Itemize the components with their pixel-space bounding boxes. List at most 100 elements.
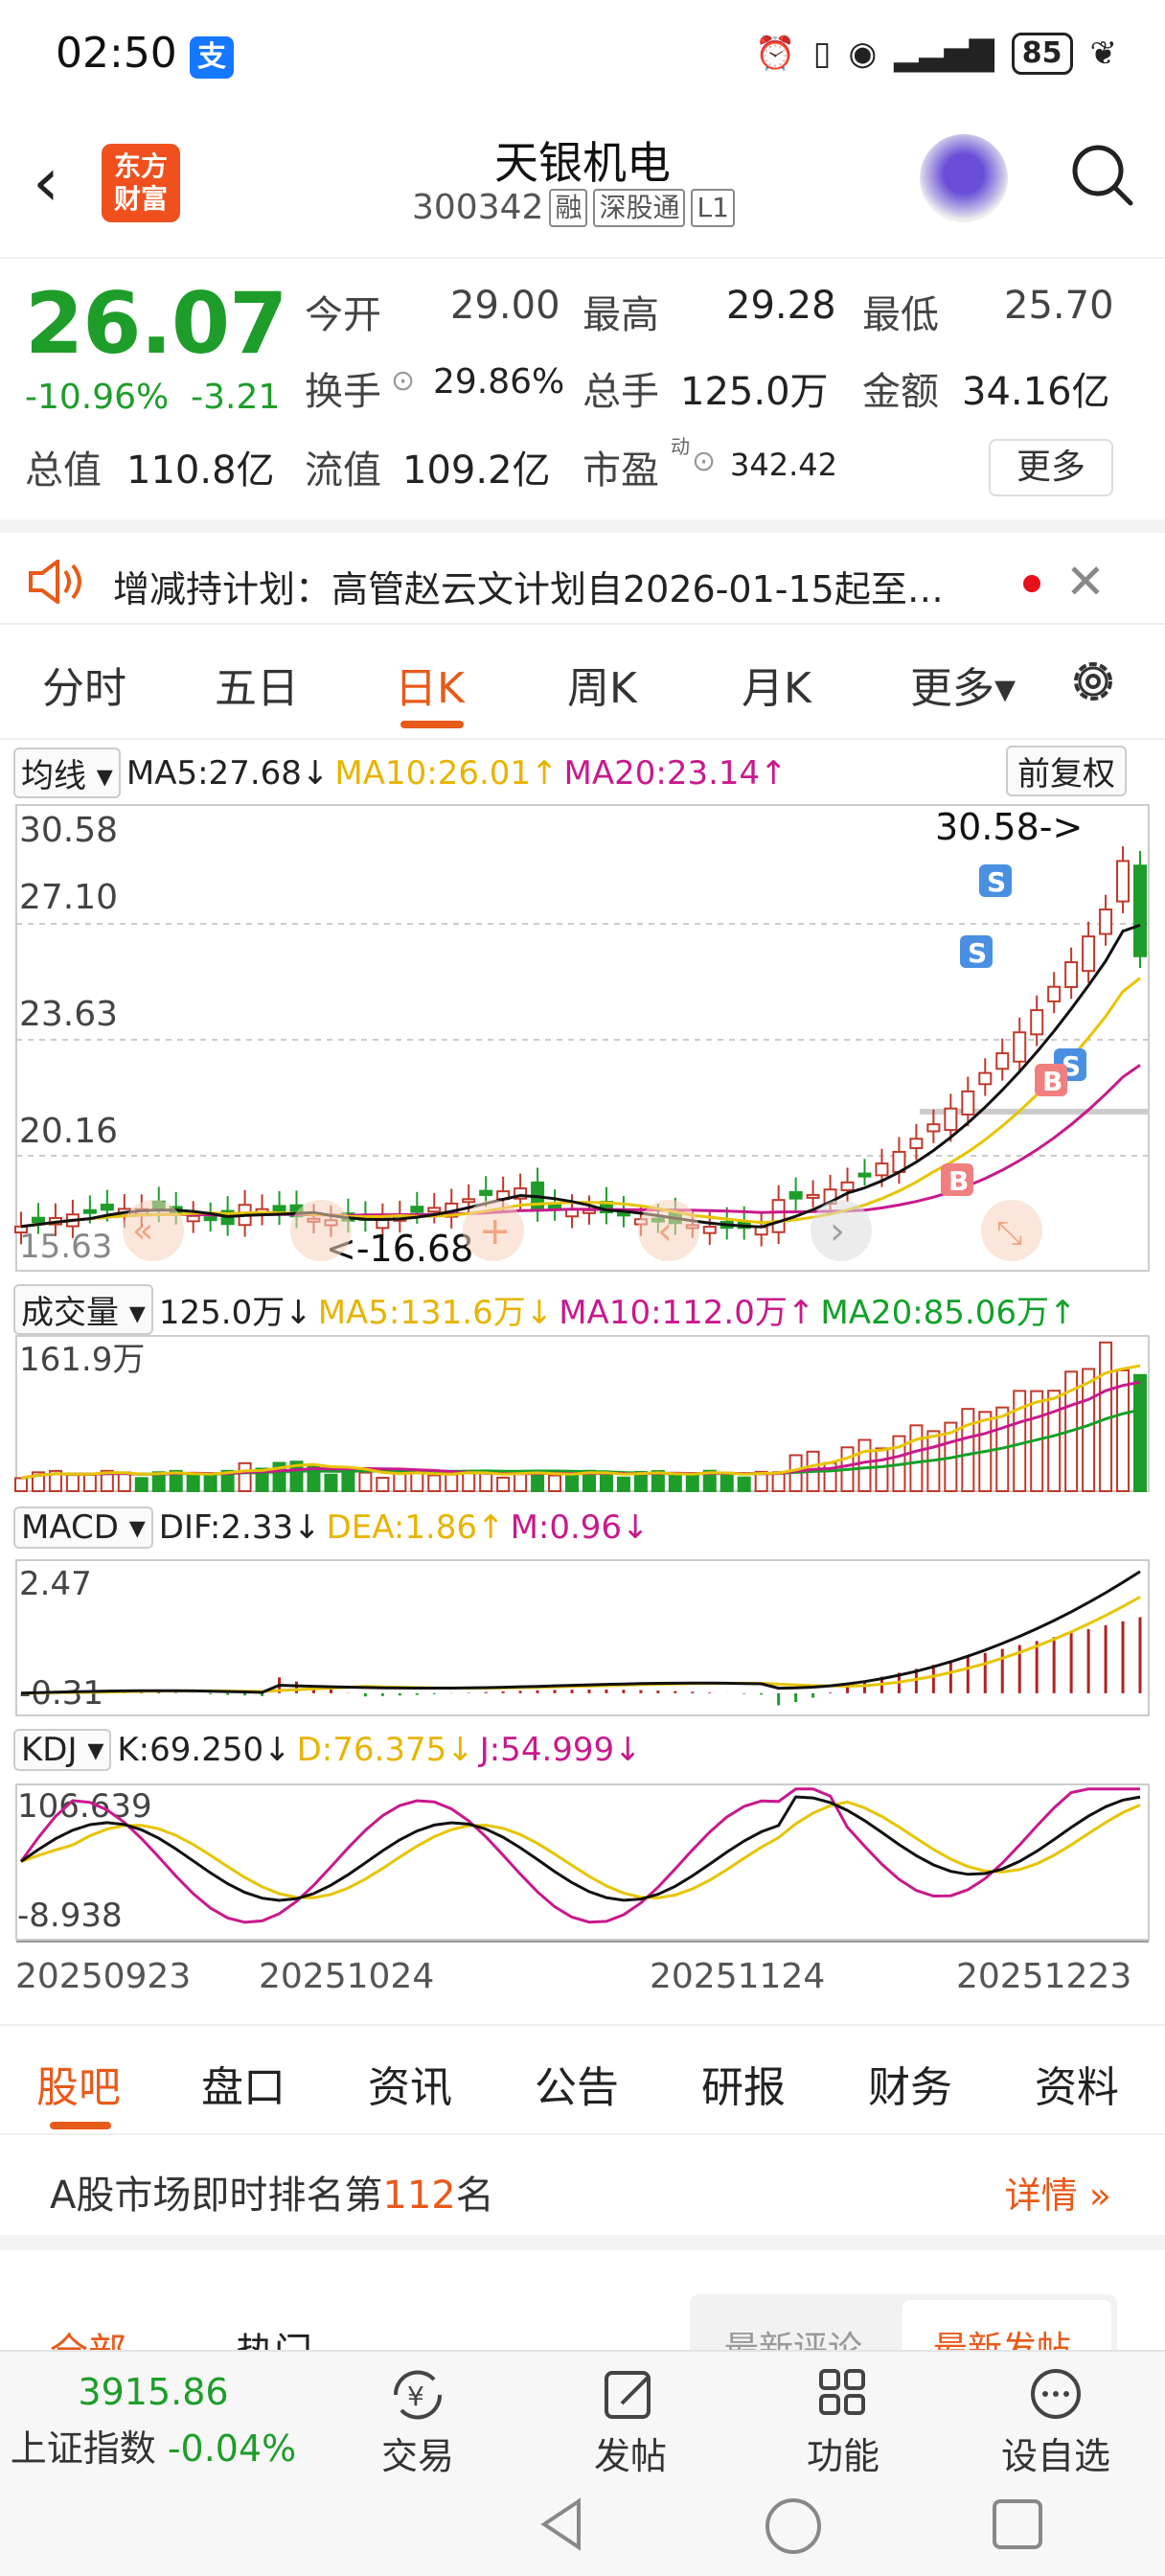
open-value: 29.00 [450, 284, 560, 328]
assistant-robot-icon[interactable] [920, 134, 1008, 222]
feed-tab-all[interactable]: 全部 [50, 2321, 126, 2352]
nav-trade[interactable]: ¥ 交易 [351, 2365, 485, 2479]
volume-selector[interactable]: 成交量 ▾ [13, 1284, 153, 1335]
home-circle-icon[interactable] [763, 2496, 824, 2557]
trade-markers: S S S B B [941, 864, 1086, 1197]
nav-watchlist[interactable]: 设自选 [989, 2365, 1123, 2479]
tab-news[interactable]: 资讯 [368, 2053, 452, 2114]
tab-profile[interactable]: 资料 [1035, 2053, 1119, 2114]
nav-functions[interactable]: 功能 [776, 2365, 910, 2479]
volume-bar [65, 1474, 80, 1492]
more-button[interactable]: 更多 [989, 439, 1113, 496]
sort-latest-reply[interactable]: 最新评论 [724, 2321, 862, 2352]
back-triangle-icon[interactable] [537, 2496, 590, 2553]
tab-five-day[interactable]: 五日 [215, 654, 299, 715]
search-icon[interactable] [1067, 136, 1136, 213]
volume-bar [857, 1438, 872, 1493]
stock-chart[interactable]: 30.58 27.10 23.63 20.16 15.63 30.58-> <-… [0, 786, 1165, 2024]
kdj-ymax: 106.639 [17, 1787, 152, 1826]
index-widget[interactable]: 3915.86 上证指数 -0.04% [10, 2367, 297, 2472]
macd-selector[interactable]: MACD ▾ [13, 1506, 153, 1549]
tab-weekly-k[interactable]: 周K [567, 654, 637, 715]
vol-ma20-value: MA20:85.06万↑ [820, 1294, 1077, 1332]
candle-body [1133, 864, 1147, 957]
leaf-icon: ❦ [1089, 34, 1118, 73]
svg-text:¥: ¥ [407, 2380, 424, 2412]
index-pct: -0.04% [167, 2427, 297, 2470]
candle-body [100, 1203, 114, 1211]
quote-panel: 26.07 -10.96% -3.21 今开 29.00 最高 29.28 最低… [0, 261, 1165, 519]
recents-square-icon[interactable] [991, 2497, 1044, 2551]
volume-bars [14, 1341, 1147, 1493]
volume-bar [1133, 1373, 1147, 1492]
candle-body [961, 1090, 975, 1116]
volume-bar [565, 1473, 580, 1493]
vibrate-icon: ▯ [812, 34, 832, 73]
tab-forum[interactable]: 股吧 [36, 2053, 121, 2114]
y-label-3: 23.63 [19, 995, 118, 1034]
high-label: 最高 [582, 293, 659, 337]
gear-icon[interactable] [1065, 654, 1121, 709]
system-nav-bar [0, 2474, 1165, 2576]
feed-tab-hot[interactable]: 热门 [236, 2321, 312, 2352]
candle-body [909, 1138, 924, 1150]
volume-bar [599, 1471, 613, 1492]
speaker-icon [29, 560, 81, 604]
max-marker: 30.58-> [935, 806, 1083, 848]
y-label-1: 30.58 [19, 811, 118, 850]
last-price: 26.07 [25, 274, 287, 373]
notice-bar[interactable]: 增减持计划：高管赵云文计划自2026-01-15起至… ✕ [0, 519, 1165, 625]
candle-body [857, 1172, 872, 1178]
volume-value: 125.0万 [680, 370, 829, 414]
high-value: 29.28 [726, 284, 836, 328]
volume-bar [875, 1447, 889, 1492]
info-icon[interactable]: ⊙ [391, 364, 415, 398]
volume-current: 125.0万↓ [158, 1294, 312, 1332]
candle-body [427, 1207, 442, 1213]
candle-body [1013, 1031, 1027, 1063]
macd-ymax: 2.47 [19, 1565, 92, 1603]
tab-more[interactable]: 更多▾ [910, 654, 1016, 715]
svg-text:›: › [830, 1209, 845, 1254]
active-content-tab-indicator [50, 2122, 111, 2129]
svg-text:«: « [132, 1211, 153, 1251]
tab-intraday[interactable]: 分时 [42, 654, 126, 715]
tab-daily-k[interactable]: 日K [395, 654, 465, 715]
dea-line [20, 1596, 1141, 1695]
candle-body [479, 1189, 493, 1196]
m-value: M:0.96↓ [510, 1508, 650, 1547]
kline-frame [15, 804, 1150, 1272]
rank-detail-link[interactable]: 详情 » [1005, 2166, 1111, 2219]
volume-bar [324, 1473, 338, 1493]
nav-post[interactable]: 发帖 [563, 2365, 697, 2479]
volume-bar [427, 1474, 442, 1493]
volume-bar [376, 1477, 390, 1492]
tab-research[interactable]: 研报 [701, 2053, 786, 2114]
candle-body [771, 1199, 786, 1233]
d-line [20, 1800, 1141, 1899]
pe-info-icon[interactable]: ⊙ [692, 445, 716, 478]
tab-announcements[interactable]: 公告 [535, 2053, 619, 2114]
svg-text:S: S [987, 866, 1006, 898]
status-icons: ⏰ ▯ ◉ ▂▃▅▇ 85 ❦ [755, 33, 1117, 75]
feed-sort-toggle: 最新评论 最新发帖 [690, 2294, 1117, 2352]
feed-header: 全部 热门 最新评论 最新发帖 [0, 2266, 1165, 2352]
tab-financials[interactable]: 财务 [868, 2053, 952, 2114]
mcap-label: 总值 [25, 448, 102, 493]
kdj-selector[interactable]: KDJ ▾ [13, 1729, 112, 1771]
candle-body [1047, 985, 1062, 1002]
close-icon[interactable]: ✕ [1065, 554, 1106, 610]
low-label: 最低 [862, 293, 939, 337]
rank-row[interactable]: A股市场即时排名第112名 详情 » [0, 2135, 1165, 2250]
svg-text:S: S [968, 937, 987, 969]
change-pct: -10.96% [25, 378, 170, 417]
sort-latest-post[interactable]: 最新发帖 [933, 2321, 1071, 2352]
candle-body [926, 1123, 941, 1133]
low-value: 25.70 [1004, 284, 1114, 328]
tab-orderbook[interactable]: 盘口 [201, 2053, 286, 2114]
tab-monthly-k[interactable]: 月K [742, 654, 811, 715]
tag-level: L1 [691, 188, 735, 227]
candle-body [978, 1071, 993, 1086]
clock: 02:50 [56, 29, 177, 78]
bottom-nav: 3915.86 上证指数 -0.04% ¥ 交易 发帖 功能 设自选 [0, 2350, 1165, 2477]
